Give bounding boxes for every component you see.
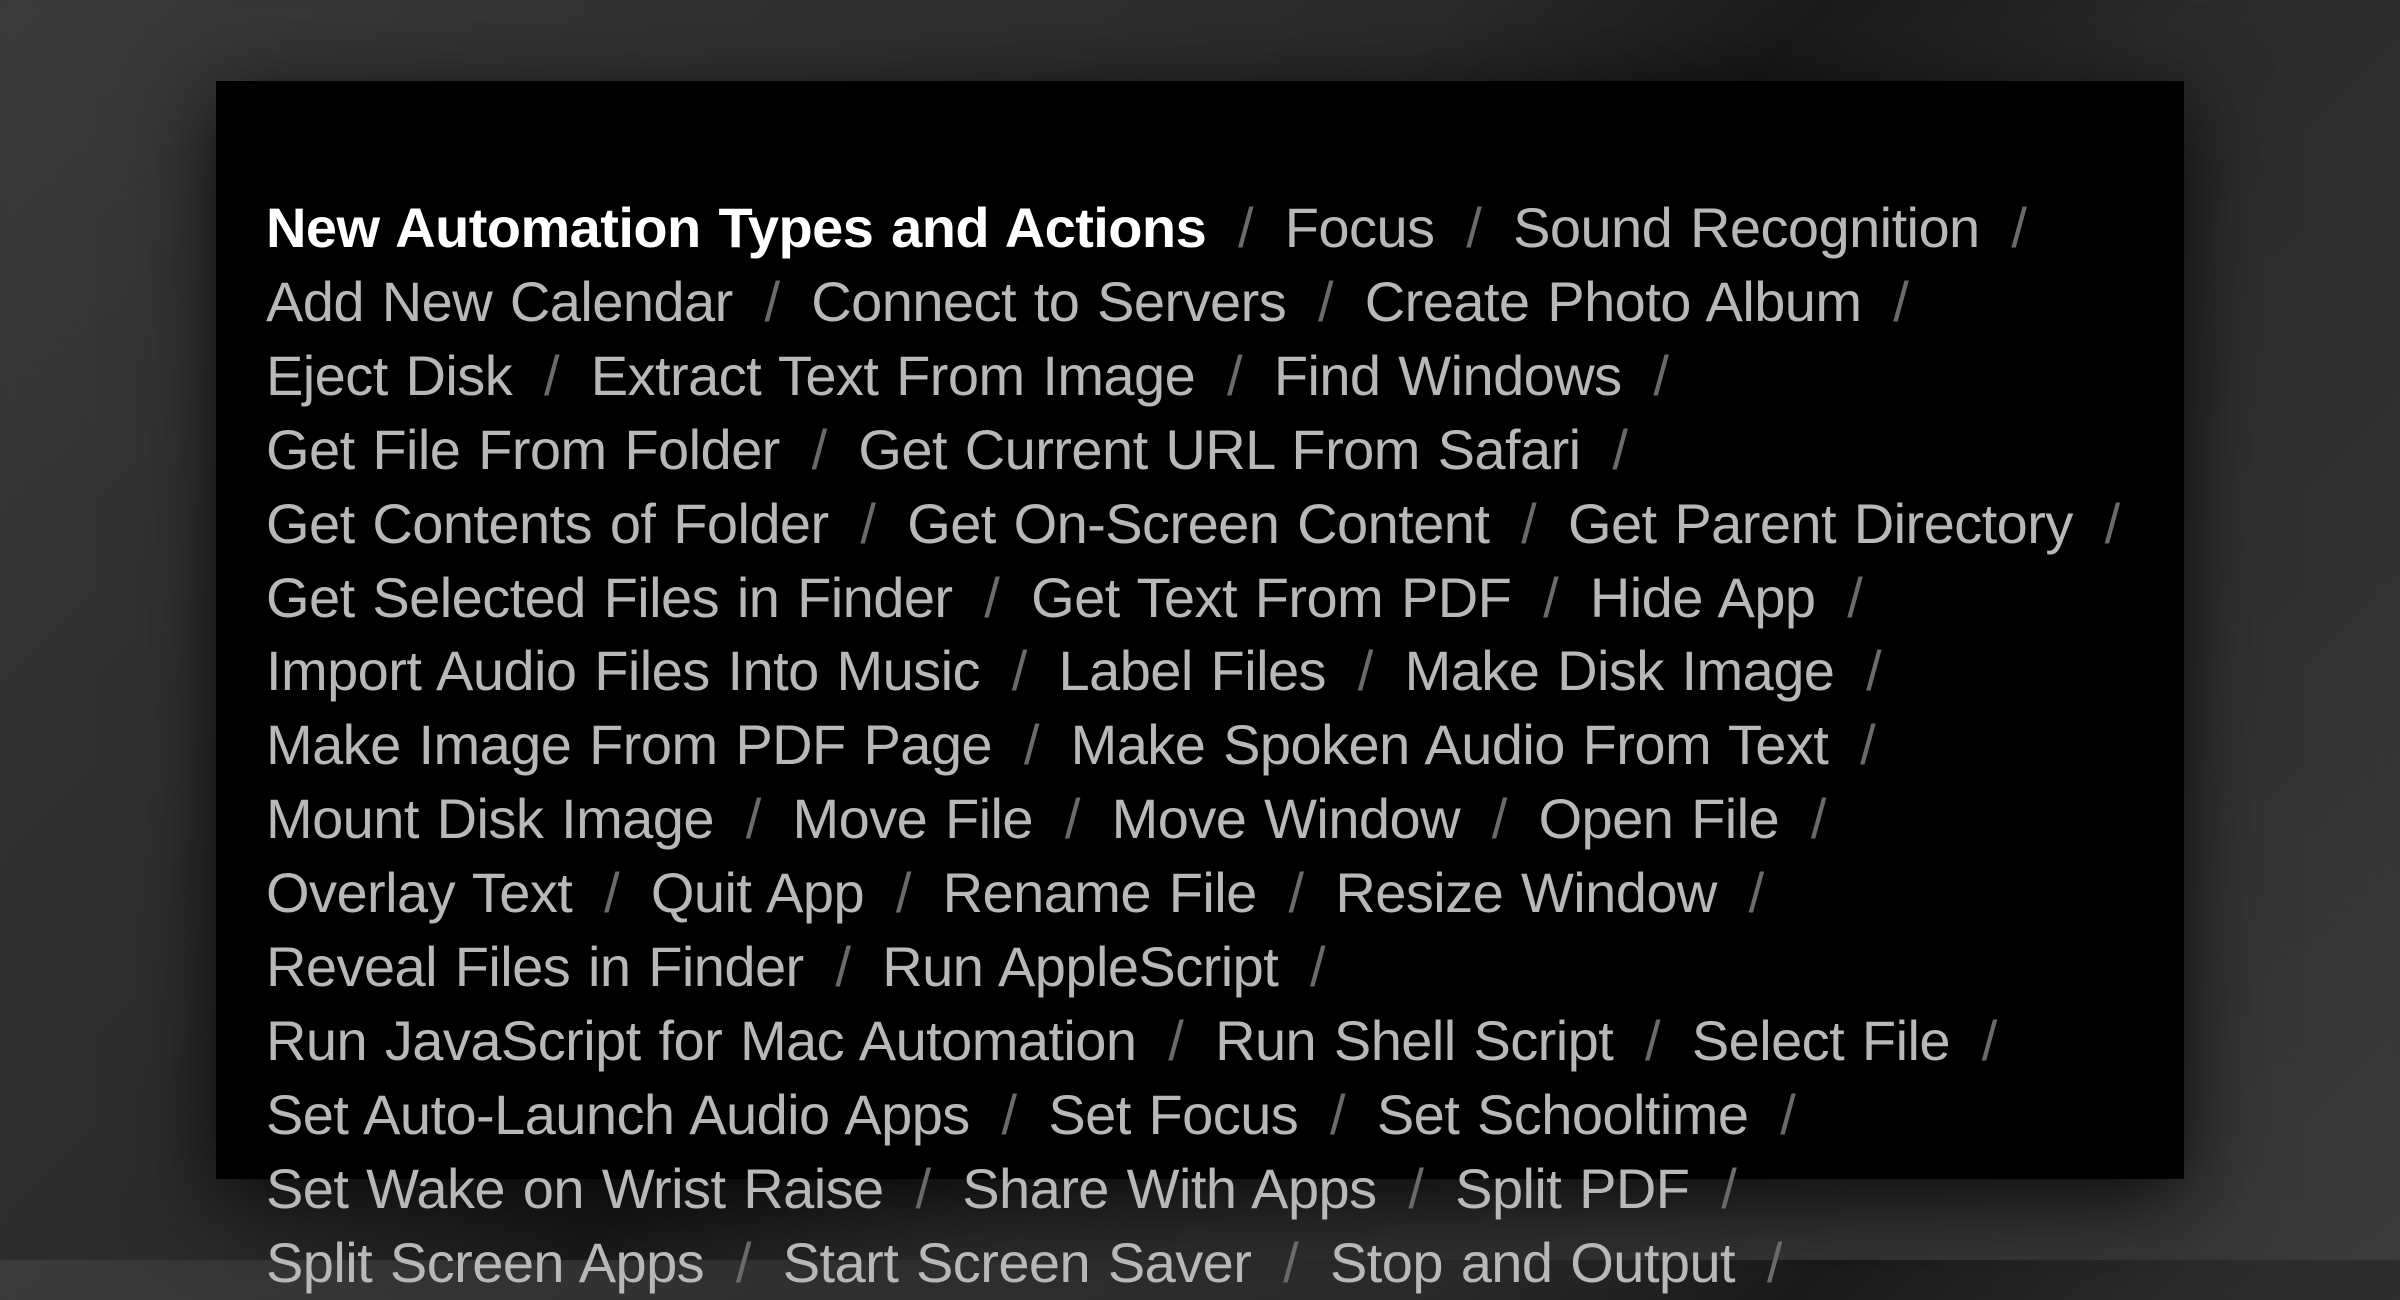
separator: / [1265, 1231, 1316, 1294]
action-item: Quit App [651, 861, 864, 924]
separator: / [1703, 1157, 1736, 1220]
separator: / [1627, 1009, 1678, 1072]
separator: / [1994, 196, 2027, 259]
separator: / [1474, 787, 1525, 850]
separator: / [1292, 935, 1325, 998]
action-item: Make Disk Image [1405, 639, 1835, 702]
separator: / [984, 1083, 1035, 1146]
separator: / [1595, 418, 1628, 481]
separator: / [1636, 344, 1669, 407]
separator: / [747, 270, 798, 333]
slide-heading: New Automation Types and Actions [266, 196, 1206, 259]
action-item: Split Screen Apps [266, 1231, 704, 1294]
separator: / [1448, 196, 1499, 259]
separator: / [1300, 270, 1351, 333]
separator: / [586, 861, 637, 924]
action-item: Connect to Servers [811, 270, 1286, 333]
action-item: Eject Disk [266, 344, 512, 407]
action-item: Get On-Screen Content [907, 492, 1489, 555]
action-item: Label Files [1059, 639, 1326, 702]
action-item: Get Current URL From Safari [858, 418, 1580, 481]
action-item: Get Parent Directory [1568, 492, 2073, 555]
action-item: Get Text From PDF [1031, 566, 1511, 629]
separator: / [898, 1157, 949, 1220]
action-item: Import Audio Files Into Music [266, 639, 980, 702]
action-item: Set Schooltime [1377, 1083, 1749, 1146]
action-item: Set Auto-Launch Audio Apps [266, 1083, 970, 1146]
action-item: Split PDF [1455, 1157, 1689, 1220]
separator: / [1964, 1009, 1997, 1072]
separator: / [1047, 787, 1098, 850]
action-item: Set Focus [1048, 1083, 1298, 1146]
separator: / [967, 566, 1018, 629]
action-item: Select File [1692, 1009, 1950, 1072]
action-item: Mount Disk Image [266, 787, 714, 850]
action-item: Start Screen Saver [783, 1231, 1252, 1294]
separator: / [1762, 1083, 1795, 1146]
separator: / [2087, 492, 2120, 555]
action-item: Move Window [1112, 787, 1460, 850]
separator: / [843, 492, 894, 555]
separator: / [1209, 344, 1260, 407]
action-item: Overlay Text [266, 861, 572, 924]
separator: / [1006, 713, 1057, 776]
action-item: Hide App [1590, 566, 1816, 629]
action-item: Add New Calendar [266, 270, 733, 333]
separator: / [1312, 1083, 1363, 1146]
action-item: Get Selected Files in Finder [266, 566, 953, 629]
slide-panel: New Automation Types and Actions / Focus… [216, 81, 2184, 1179]
action-item: Reveal Files in Finder [266, 935, 804, 998]
separator: / [794, 418, 845, 481]
action-item: Run Shell Script [1215, 1009, 1613, 1072]
text-flow: New Automation Types and Actions / Focus… [266, 191, 2134, 1300]
action-item: Stop and Output [1330, 1231, 1735, 1294]
action-item: Make Image From PDF Page [266, 713, 992, 776]
separator: / [1793, 787, 1826, 850]
action-item: Move File [793, 787, 1034, 850]
separator: / [878, 861, 929, 924]
separator: / [526, 344, 577, 407]
separator: / [1525, 566, 1576, 629]
action-item: Find Windows [1274, 344, 1622, 407]
separator: / [1830, 566, 1863, 629]
action-item: Make Spoken Audio From Text [1071, 713, 1829, 776]
separator: / [1731, 861, 1764, 924]
separator: / [1271, 861, 1322, 924]
action-item: Sound Recognition [1513, 196, 1980, 259]
separator: / [994, 639, 1045, 702]
separator: / [1749, 1231, 1782, 1294]
separator: / [1391, 1157, 1442, 1220]
separator: / [1340, 639, 1391, 702]
separator: / [728, 787, 779, 850]
separator: / [1875, 270, 1908, 333]
action-item: Get File From Folder [266, 418, 780, 481]
action-item: Rename File [943, 861, 1257, 924]
action-item: Run JavaScript for Mac Automation [266, 1009, 1136, 1072]
separator: / [718, 1231, 769, 1294]
action-item: Create Photo Album [1365, 270, 1862, 333]
action-item: Resize Window [1335, 861, 1716, 924]
separator: / [818, 935, 869, 998]
action-item: Set Wake on Wrist Raise [266, 1157, 884, 1220]
separator: / [1503, 492, 1554, 555]
separator: / [1848, 639, 1881, 702]
action-item: Run AppleScript [882, 935, 1278, 998]
action-item: Focus [1285, 196, 1435, 259]
action-item: Share With Apps [962, 1157, 1376, 1220]
separator: / [1842, 713, 1875, 776]
action-item: Open File [1539, 787, 1780, 850]
action-item: Extract Text From Image [591, 344, 1195, 407]
separator: / [1150, 1009, 1201, 1072]
separator: / [1220, 196, 1271, 259]
action-item: Get Contents of Folder [266, 492, 829, 555]
